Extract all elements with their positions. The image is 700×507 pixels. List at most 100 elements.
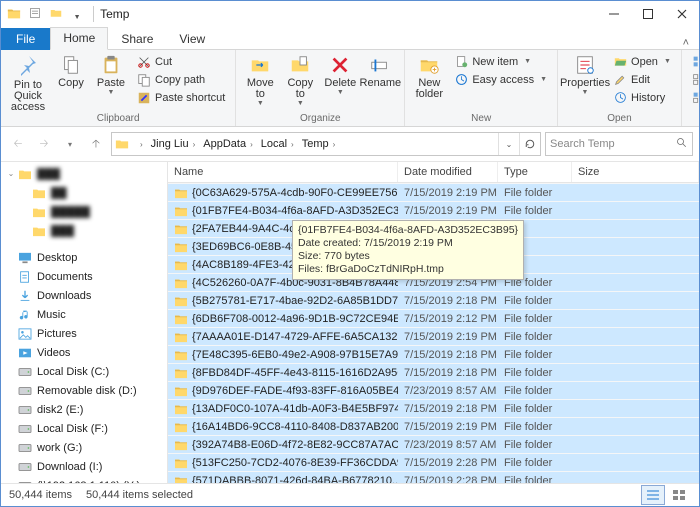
table-row[interactable]: {6DB6F708-0012-4a96-9D1B-9C72CE94EB...7/… bbox=[168, 309, 699, 327]
search-box[interactable]: Search Temp bbox=[545, 132, 693, 156]
close-button[interactable] bbox=[665, 1, 699, 27]
tab-file[interactable]: File bbox=[1, 28, 50, 50]
nav-item[interactable]: Desktop bbox=[1, 248, 167, 267]
collapse-ribbon-icon[interactable]: ˄ bbox=[673, 37, 699, 49]
properties-button[interactable]: Properties▼ bbox=[564, 52, 606, 96]
qat-newfolder-icon[interactable] bbox=[48, 7, 64, 19]
table-row[interactable]: {16A14BD6-9CC8-4110-8408-D837AB200...7/1… bbox=[168, 417, 699, 435]
table-row[interactable]: {7AAAA01E-D147-4729-AFFE-6A5CA1323...7/1… bbox=[168, 327, 699, 345]
table-row[interactable]: {513FC250-7CD2-4076-8E39-FF36CDDA9...7/1… bbox=[168, 453, 699, 471]
table-row[interactable]: {13ADF0C0-107A-41db-A0F3-B4E5BF9749...7/… bbox=[168, 399, 699, 417]
table-row[interactable]: {7E48C395-6EB0-49e2-A908-97B15E7A94...7/… bbox=[168, 345, 699, 363]
table-row[interactable]: {9D976DEF-FADE-4f93-83FF-816A05BE48...7/… bbox=[168, 381, 699, 399]
nav-item[interactable]: Pictures bbox=[1, 324, 167, 343]
folder-icon bbox=[31, 205, 47, 219]
crumb-0[interactable]: Jing Liu› bbox=[147, 133, 200, 155]
back-button[interactable]: 🡠 bbox=[7, 133, 29, 155]
tab-share[interactable]: Share bbox=[108, 28, 166, 50]
new-folder-button[interactable]: Newfolder bbox=[411, 52, 447, 100]
music-icon bbox=[17, 308, 33, 322]
col-type[interactable]: Type bbox=[498, 162, 572, 182]
minimize-button[interactable] bbox=[597, 1, 631, 27]
open-button[interactable]: Open▼ bbox=[610, 53, 675, 70]
refresh-button[interactable] bbox=[519, 133, 540, 155]
nav-item[interactable]: Downloads bbox=[1, 286, 167, 305]
nav-item[interactable]: (\\192.168.1.110) (Y:) bbox=[1, 476, 167, 483]
group-new: Newfolder New item▼ Easy access▼ New bbox=[405, 50, 558, 126]
select-none-button[interactable]: Select none bbox=[688, 71, 700, 88]
folder-icon bbox=[17, 167, 33, 181]
table-row[interactable]: {0C63A629-575A-4cdb-90F0-CE99EE7562...7/… bbox=[168, 183, 699, 201]
table-row[interactable]: {01FB7FE4-B034-4f6a-8AFD-A3D352EC3B...7/… bbox=[168, 201, 699, 219]
rename-button[interactable]: Rename bbox=[362, 52, 398, 89]
doc-icon bbox=[17, 270, 33, 284]
main-body: ⌄█████████████DesktopDocumentsDownloadsM… bbox=[1, 162, 699, 483]
copy-button[interactable]: Copy bbox=[53, 52, 89, 89]
nav-item[interactable]: Local Disk (C:) bbox=[1, 362, 167, 381]
col-date[interactable]: Date modified bbox=[398, 162, 498, 182]
group-open: Properties▼ Open▼ Edit History Open bbox=[558, 50, 682, 126]
folder-icon bbox=[31, 186, 47, 200]
copy-to-button[interactable]: Copyto▼ bbox=[282, 52, 318, 107]
table-row[interactable]: {571DABBB-8071-426d-84BA-B6778210...7/15… bbox=[168, 471, 699, 483]
nav-item[interactable]: Local Disk (F:) bbox=[1, 419, 167, 438]
nav-item[interactable]: ███ bbox=[1, 221, 167, 240]
nav-item[interactable]: Download (I:) bbox=[1, 457, 167, 476]
table-row[interactable]: {392A74B8-E06D-4f72-8E82-9CC87A7AC...7/2… bbox=[168, 435, 699, 453]
forward-button[interactable]: 🡢 bbox=[33, 133, 55, 155]
address-dropdown-icon[interactable]: ⌄ bbox=[498, 133, 519, 155]
cut-button[interactable]: Cut bbox=[133, 53, 229, 70]
nav-item[interactable]: ⌄███ bbox=[1, 164, 167, 183]
tab-home[interactable]: Home bbox=[50, 27, 108, 50]
delete-button[interactable]: Delete▼ bbox=[322, 52, 358, 96]
details-view-button[interactable] bbox=[641, 485, 665, 505]
status-count: 50,444 items bbox=[9, 489, 72, 501]
nav-item[interactable]: ██ bbox=[1, 183, 167, 202]
crumb-2[interactable]: Local› bbox=[257, 133, 298, 155]
ribbon: Pin to Quickaccess Copy Paste ▼ Cut Copy… bbox=[1, 50, 699, 127]
paste-button[interactable]: Paste ▼ bbox=[93, 52, 129, 96]
edit-button[interactable]: Edit bbox=[610, 71, 675, 88]
table-row[interactable]: {8FBD84DF-45FF-4e43-8115-1616D2A956...7/… bbox=[168, 363, 699, 381]
navigation-pane[interactable]: ⌄█████████████DesktopDocumentsDownloadsM… bbox=[1, 162, 168, 483]
nav-item[interactable]: Music bbox=[1, 305, 167, 324]
move-to-button[interactable]: Moveto▼ bbox=[242, 52, 278, 107]
col-name[interactable]: Name bbox=[168, 162, 398, 182]
status-bar: 50,444 items 50,444 items selected bbox=[1, 483, 699, 506]
copy-path-button[interactable]: Copy path bbox=[133, 71, 229, 88]
invert-selection-button[interactable]: Invert selection bbox=[688, 89, 700, 106]
crumb-1[interactable]: AppData› bbox=[199, 133, 256, 155]
col-size[interactable]: Size bbox=[572, 162, 699, 182]
folder-icon bbox=[31, 224, 47, 238]
nav-item[interactable]: work (G:) bbox=[1, 438, 167, 457]
select-all-button[interactable]: Select all bbox=[688, 53, 700, 70]
pic-icon bbox=[17, 327, 33, 341]
pin-to-quick-access-button[interactable]: Pin to Quickaccess bbox=[7, 52, 49, 113]
tab-view[interactable]: View bbox=[166, 28, 218, 50]
table-row[interactable]: {5B275781-E717-4bae-92D2-6A85B1DD7...7/1… bbox=[168, 291, 699, 309]
file-list[interactable]: {01FB7FE4-B034-4f6a-8AFD-A3D352EC3B95} D… bbox=[168, 183, 699, 483]
new-item-button[interactable]: New item▼ bbox=[451, 53, 551, 70]
easy-access-button[interactable]: Easy access▼ bbox=[451, 71, 551, 88]
group-organize: Moveto▼ Copyto▼ Delete▼ Rename Organize bbox=[236, 50, 405, 126]
nav-item[interactable]: Documents bbox=[1, 267, 167, 286]
recent-locations-button[interactable]: ▾ bbox=[59, 133, 81, 155]
net-icon bbox=[17, 479, 33, 484]
maximize-button[interactable] bbox=[631, 1, 665, 27]
crumb-root[interactable]: › bbox=[132, 133, 147, 155]
nav-item[interactable]: Removable disk (D:) bbox=[1, 381, 167, 400]
up-button[interactable]: 🡡 bbox=[85, 133, 107, 155]
address-bar[interactable]: › Jing Liu› AppData› Local› Temp› ⌄ bbox=[111, 132, 541, 156]
qat-properties-icon[interactable] bbox=[27, 7, 43, 19]
location-icon bbox=[112, 137, 132, 151]
nav-item[interactable]: Videos bbox=[1, 343, 167, 362]
nav-item[interactable]: disk2 (E:) bbox=[1, 400, 167, 419]
history-button[interactable]: History bbox=[610, 89, 675, 106]
nav-item[interactable]: █████ bbox=[1, 202, 167, 221]
large-icons-view-button[interactable] bbox=[667, 485, 691, 505]
paste-shortcut-button[interactable]: Paste shortcut bbox=[133, 89, 229, 106]
crumb-3[interactable]: Temp› bbox=[298, 133, 340, 155]
window-title: Temp bbox=[100, 7, 129, 21]
qat-dropdown-icon[interactable]: ▼ bbox=[69, 14, 85, 21]
down-icon bbox=[17, 289, 33, 303]
